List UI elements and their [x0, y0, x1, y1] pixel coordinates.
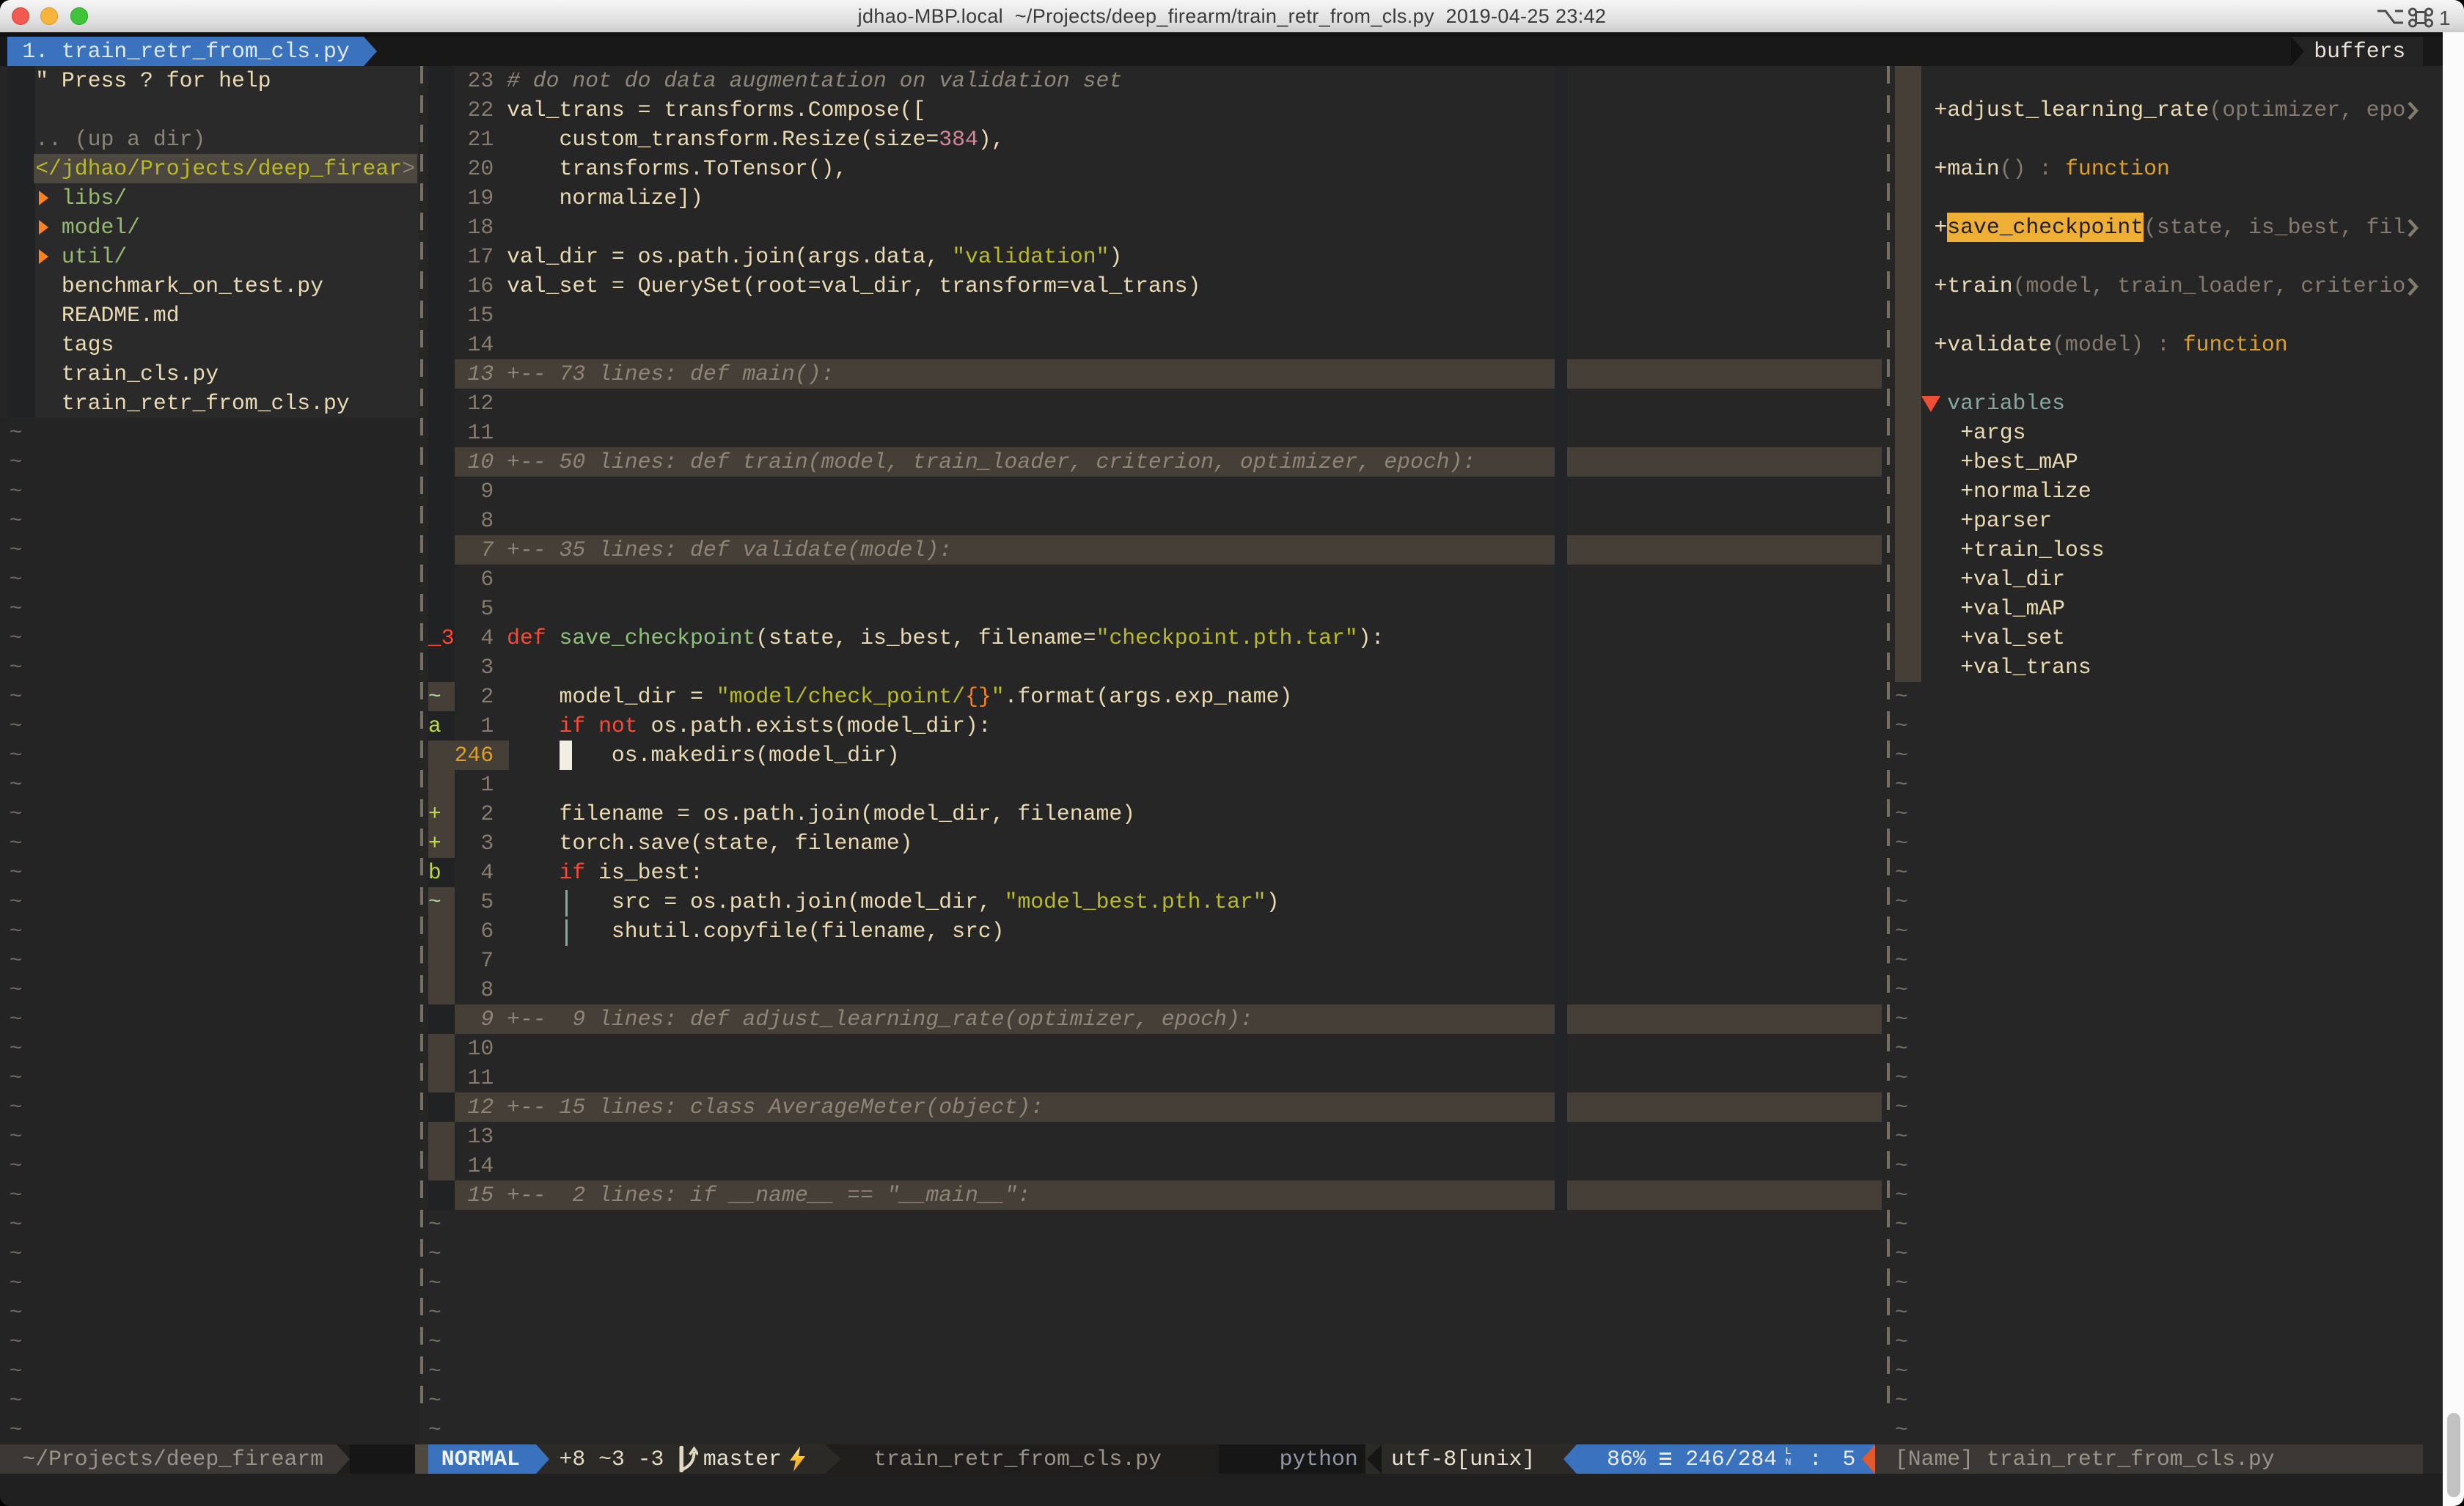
svg-text:1: 1: [2439, 7, 2451, 28]
